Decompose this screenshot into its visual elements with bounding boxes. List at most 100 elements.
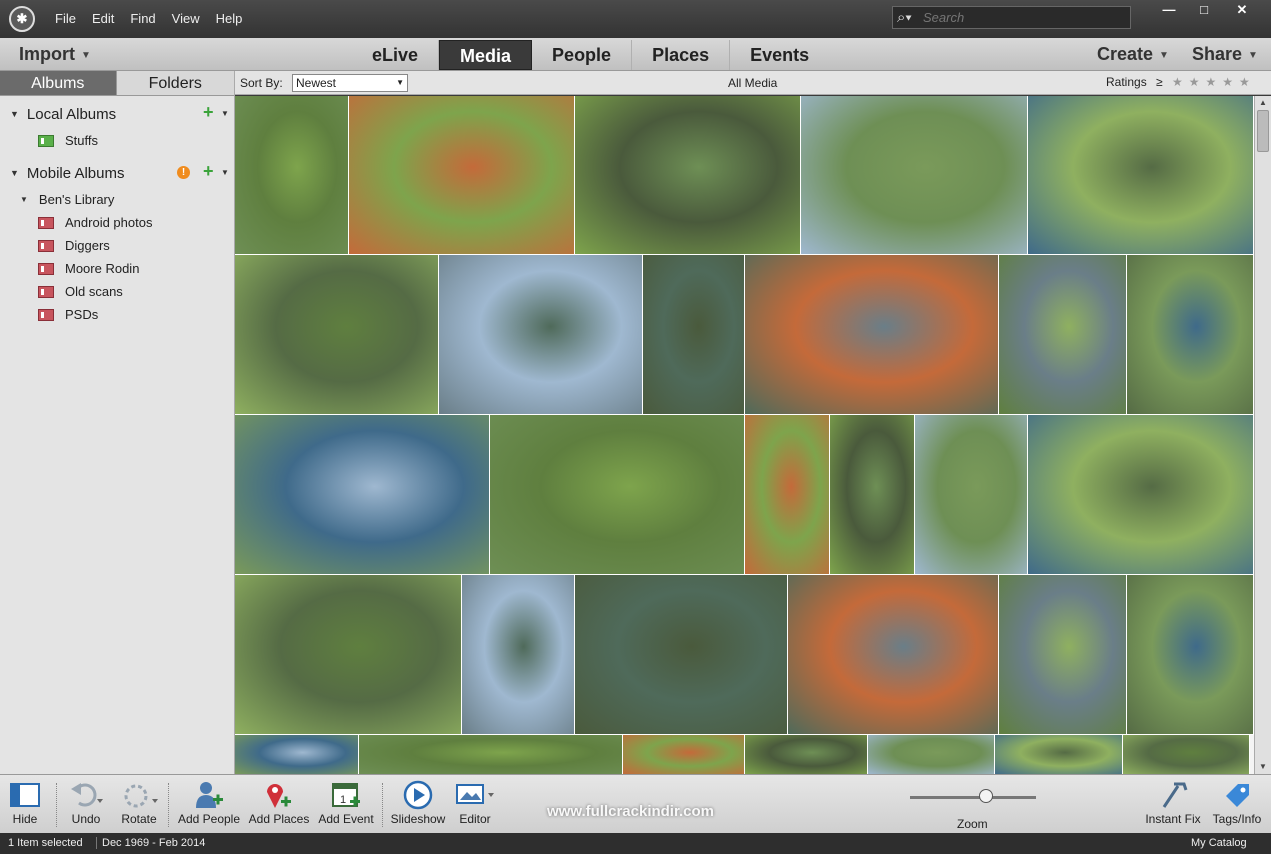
tab-folders[interactable]: Folders	[116, 71, 234, 95]
photo-thumbnail[interactable]	[349, 96, 575, 255]
album-item[interactable]: Old scans	[0, 280, 234, 303]
photo-thumbnail[interactable]	[745, 415, 830, 575]
tab-people[interactable]: People	[532, 40, 633, 70]
zoom-slider-track[interactable]	[910, 796, 1036, 799]
import-button[interactable]: Import ▼	[19, 38, 91, 71]
mobile-albums-header[interactable]: ▼ Mobile Albums ! + ▼	[0, 158, 234, 188]
album-item[interactable]: Android photos	[0, 211, 234, 234]
photo-thumbnail[interactable]	[1127, 255, 1254, 415]
photo-thumbnail[interactable]	[801, 96, 1028, 255]
expand-triangle-icon[interactable]: ▼	[20, 195, 28, 204]
photo-thumbnail[interactable]	[1123, 735, 1250, 774]
photo-thumbnail[interactable]	[462, 575, 575, 735]
photo-thumbnail[interactable]	[490, 415, 745, 575]
expand-triangle-icon[interactable]: ▼	[10, 109, 19, 119]
panel-toggle-icon	[6, 779, 44, 811]
slideshow-button[interactable]: Slideshow	[388, 779, 448, 827]
close-button[interactable]: ✕	[1225, 0, 1259, 20]
photo-thumbnail[interactable]	[745, 735, 868, 774]
tags-info-button[interactable]: Tags/Info	[1208, 779, 1266, 827]
add-event-label: Add Event	[318, 812, 374, 826]
search-input[interactable]	[923, 10, 1123, 25]
tab-albums[interactable]: Albums	[0, 71, 117, 95]
album-item[interactable]: Moore Rodin	[0, 257, 234, 280]
photo-thumbnail[interactable]	[1127, 575, 1254, 735]
hide-button[interactable]: Hide	[6, 779, 44, 827]
editor-button[interactable]: Editor	[452, 779, 498, 827]
create-button[interactable]: Create ▼	[1097, 38, 1169, 71]
add-album-icon[interactable]: +	[203, 102, 214, 123]
photo-thumbnail[interactable]	[788, 575, 999, 735]
photo-thumbnail[interactable]	[999, 255, 1127, 415]
local-albums-header[interactable]: ▼ Local Albums + ▼	[0, 99, 234, 129]
rating-stars[interactable]: ★★★★★	[1172, 75, 1256, 89]
photo-thumbnail[interactable]	[575, 575, 788, 735]
minimize-button[interactable]: —	[1152, 0, 1186, 20]
status-bar: 1 Item selected Dec 1969 - Feb 2014 My C…	[0, 833, 1271, 854]
photo-thumbnail[interactable]	[643, 255, 745, 415]
rotate-button[interactable]: Rotate	[116, 779, 162, 827]
menu-find[interactable]: Find	[122, 0, 163, 38]
add-event-button[interactable]: 1 Add Event	[314, 779, 378, 827]
app-logo-icon[interactable]: ✱	[9, 6, 35, 32]
album-item[interactable]: Stuffs	[0, 129, 234, 152]
tab-media[interactable]: Media	[439, 40, 533, 70]
add-people-button[interactable]: Add People	[176, 779, 242, 827]
undo-button[interactable]: Undo	[66, 779, 106, 827]
photo-thumbnail[interactable]	[575, 96, 801, 255]
add-places-button[interactable]: Add Places	[247, 779, 311, 827]
instant-fix-label: Instant Fix	[1145, 812, 1201, 826]
photo-thumbnail[interactable]	[915, 415, 1028, 575]
photo-thumbnail[interactable]	[1028, 96, 1254, 255]
view-title: All Media	[728, 76, 778, 90]
tab-events[interactable]: Events	[730, 40, 829, 70]
share-button[interactable]: Share ▼	[1192, 38, 1258, 71]
vertical-scrollbar[interactable]: ▲ ▼	[1254, 96, 1271, 774]
zoom-slider-handle[interactable]	[979, 789, 993, 803]
library-header[interactable]: ▼ Ben's Library	[0, 188, 234, 211]
expand-triangle-icon[interactable]: ▼	[10, 168, 19, 178]
photo-thumbnail[interactable]	[995, 735, 1123, 774]
menu-edit[interactable]: Edit	[84, 0, 122, 38]
maximize-button[interactable]: □	[1187, 0, 1221, 20]
photo-thumbnail[interactable]	[1028, 415, 1254, 575]
panel-tabs: Albums Folders	[0, 71, 234, 96]
chevron-down-icon[interactable]: ▼	[221, 168, 229, 177]
scroll-up-icon[interactable]: ▲	[1255, 96, 1271, 110]
ratings-operator[interactable]: ≥	[1156, 75, 1163, 89]
instant-fix-button[interactable]: Instant Fix	[1141, 779, 1205, 827]
album-item[interactable]: PSDs	[0, 303, 234, 326]
menu-view[interactable]: View	[164, 0, 208, 38]
chevron-down-icon[interactable]: ▼	[221, 109, 229, 118]
search-icon[interactable]: ⌕▾	[897, 9, 923, 26]
photo-thumbnail[interactable]	[235, 575, 462, 735]
photo-thumbnail[interactable]	[235, 255, 439, 415]
add-places-icon	[247, 779, 311, 811]
photo-thumbnail[interactable]	[623, 735, 745, 774]
sort-dropdown[interactable]: Newest ▼	[292, 74, 408, 92]
photo-thumbnail[interactable]	[235, 96, 349, 255]
menu-help[interactable]: Help	[208, 0, 251, 38]
scroll-down-icon[interactable]: ▼	[1255, 760, 1271, 774]
menu-file[interactable]: File	[43, 0, 84, 38]
photo-thumbnail[interactable]	[745, 255, 999, 415]
album-item[interactable]: Diggers	[0, 234, 234, 257]
photo-thumbnail[interactable]	[439, 255, 643, 415]
photo-thumbnail[interactable]	[359, 735, 623, 774]
photo-thumbnail[interactable]	[235, 415, 490, 575]
ratings-filter: Ratings ≥ ★★★★★	[1106, 75, 1256, 89]
scroll-thumb[interactable]	[1257, 110, 1269, 152]
photo-thumbnail[interactable]	[868, 735, 995, 774]
warning-icon[interactable]: !	[177, 166, 190, 179]
photo-thumbnail[interactable]	[999, 575, 1127, 735]
tab-elive[interactable]: eLive	[352, 40, 440, 70]
main-tabs: eLive Media People Places Events	[352, 40, 829, 70]
add-event-icon: 1	[314, 779, 378, 811]
add-album-icon[interactable]: +	[203, 161, 214, 182]
photo-thumbnail[interactable]	[830, 415, 915, 575]
sort-label: Sort By:	[240, 76, 283, 90]
tab-places[interactable]: Places	[632, 40, 731, 70]
photo-thumbnail[interactable]	[235, 735, 359, 774]
hide-label: Hide	[12, 812, 38, 826]
catalog-name[interactable]: My Catalog	[1191, 837, 1247, 849]
